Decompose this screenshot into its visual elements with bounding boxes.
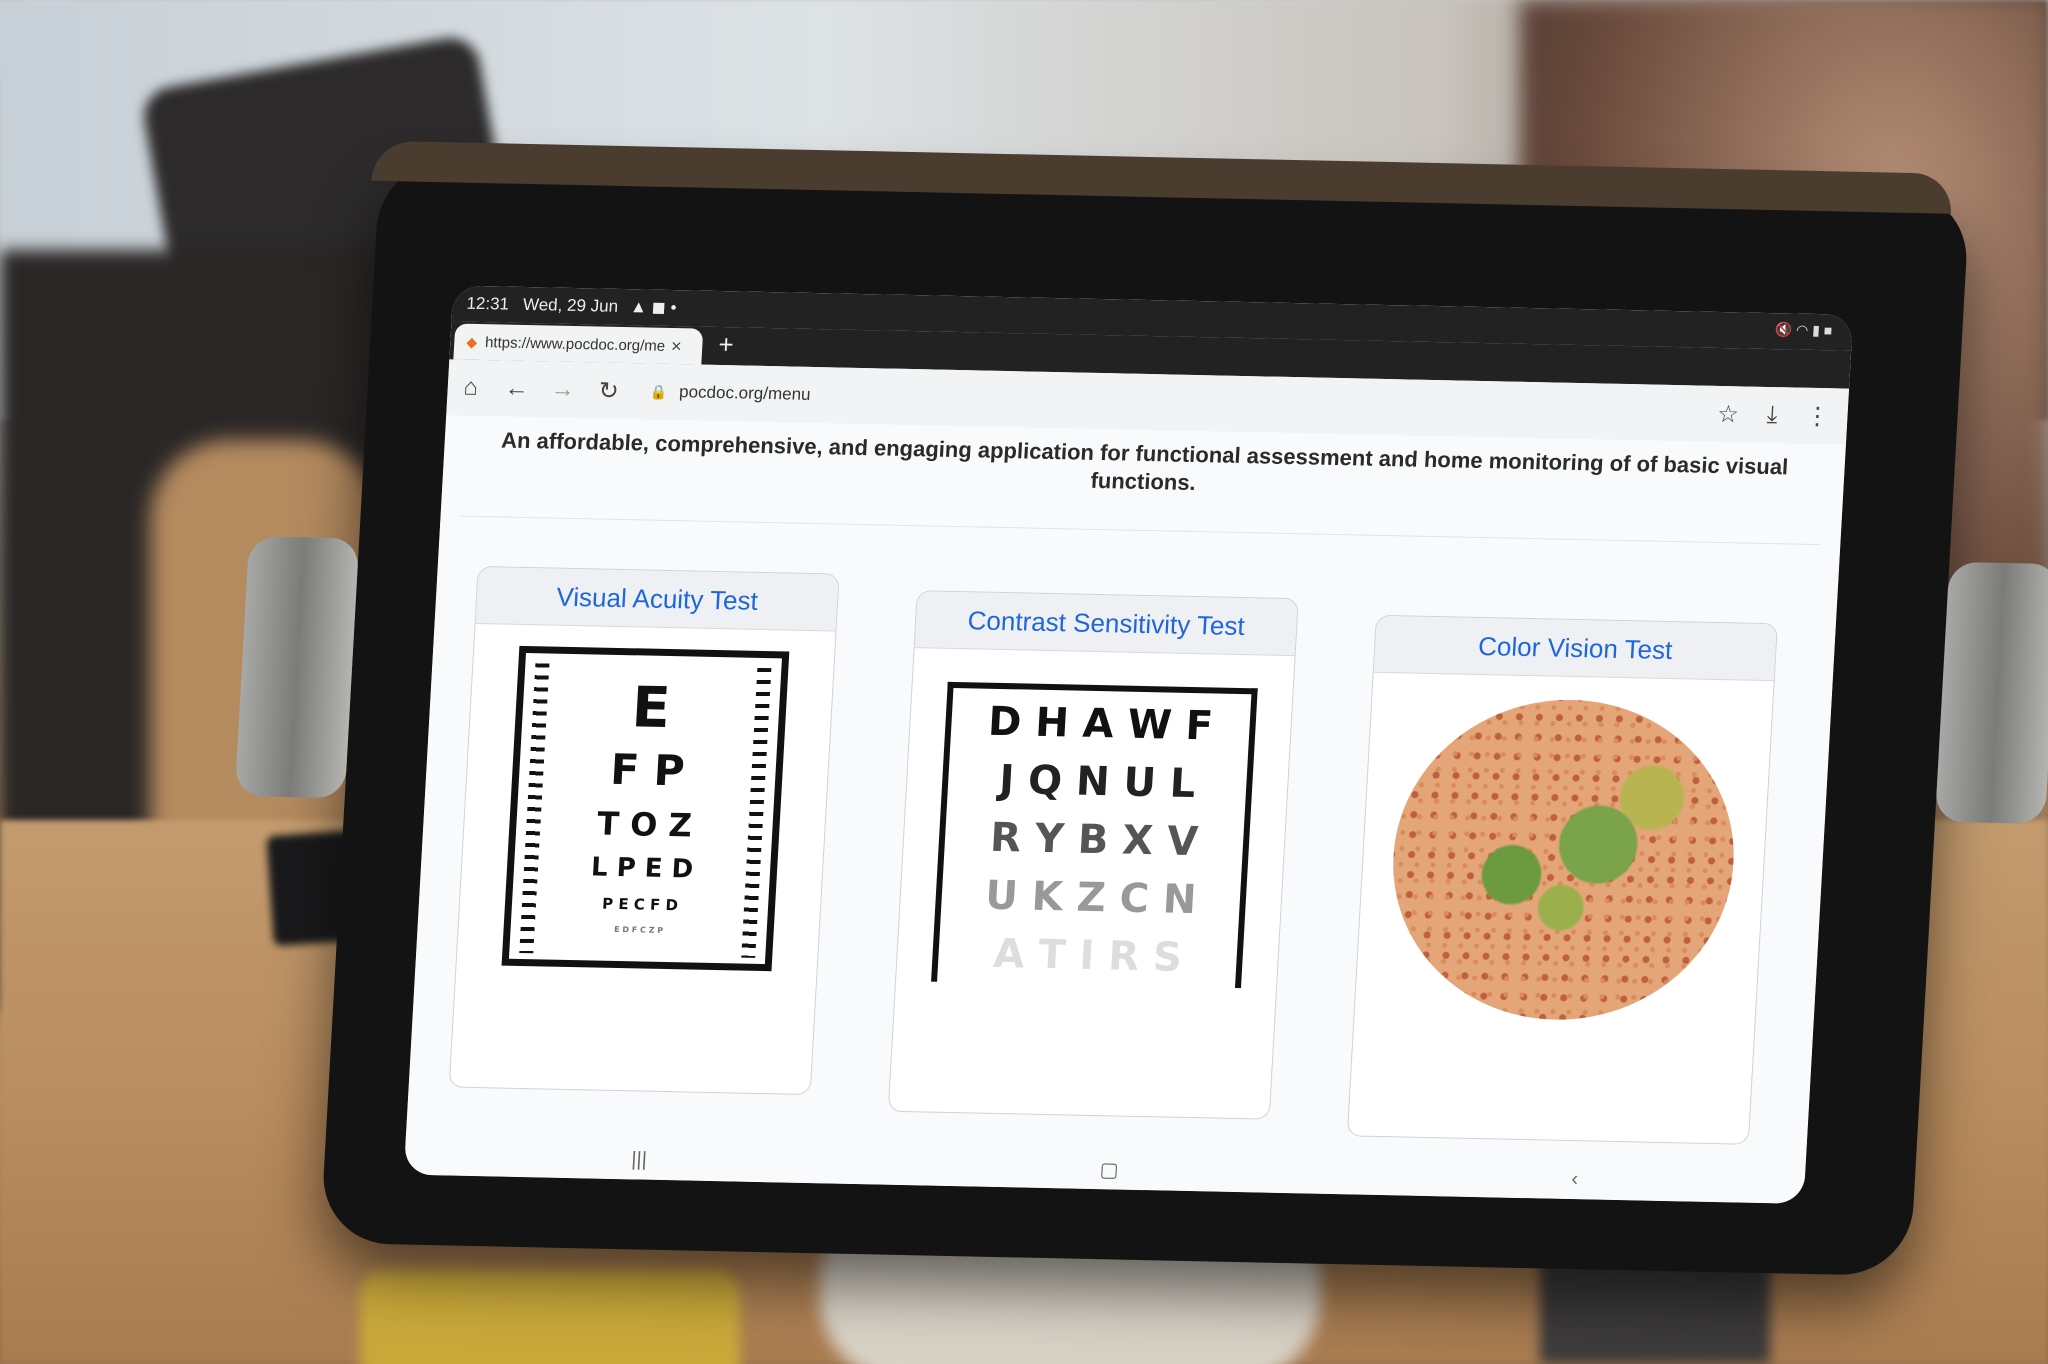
status-time: 12:31 bbox=[465, 293, 510, 314]
eye-chart-row: E bbox=[630, 675, 672, 742]
holder-bracket-right bbox=[1934, 561, 2048, 824]
eye-chart-image: E F P T O Z L P E D P E C F D E D F C Z … bbox=[501, 645, 790, 972]
tab-title: https://www.pocdoc.org/me bbox=[484, 333, 666, 355]
android-nav-bar: ||| ▢ ‹ bbox=[404, 1135, 1806, 1204]
close-tab-icon[interactable]: × bbox=[670, 336, 683, 357]
lock-icon: 🔒 bbox=[649, 383, 668, 400]
tablet-device: 12:31 Wed, 29 Jun ▲ ◼ • 🔇 ◠ ▮ ■ ◆ https:… bbox=[234, 140, 2048, 1277]
download-icon[interactable]: ⤓ bbox=[1766, 401, 1778, 430]
toolbar-actions: ☆ ⤓ ⋮ bbox=[1717, 400, 1831, 431]
reload-icon[interactable]: ↻ bbox=[585, 376, 633, 406]
card-title: Color Vision Test bbox=[1373, 615, 1777, 682]
browser-tab[interactable]: ◆ https://www.pocdoc.org/me × bbox=[453, 323, 704, 365]
back-nav-icon[interactable]: ‹ bbox=[1571, 1168, 1579, 1191]
eye-chart-row: F P bbox=[609, 744, 686, 796]
bookmark-star-icon[interactable]: ☆ bbox=[1717, 400, 1740, 429]
holder-bracket-left bbox=[234, 536, 360, 799]
contrast-chart-row: R Y B X V bbox=[988, 814, 1200, 866]
contrast-chart-row: U K Z C N bbox=[984, 872, 1198, 924]
forward-icon[interactable]: → bbox=[539, 375, 587, 404]
system-status-icons: 🔇 ◠ ▮ ■ bbox=[1774, 321, 1833, 339]
contrast-chart-image: D H A W F J Q N U L R Y B X V U K Z C N … bbox=[931, 681, 1258, 989]
color-vision-card[interactable]: Color Vision Test bbox=[1346, 614, 1778, 1145]
contrast-chart-row: D H A W F bbox=[986, 698, 1215, 750]
background-yellow-object bbox=[360, 1270, 740, 1364]
eye-chart-row: L P E D bbox=[590, 852, 694, 885]
back-icon[interactable]: ← bbox=[493, 374, 541, 403]
address-text: pocdoc.org/menu bbox=[678, 382, 812, 404]
home-icon[interactable]: ⌂ bbox=[447, 373, 495, 402]
eye-chart-row: P E C F D bbox=[601, 894, 679, 915]
contrast-chart-row: A T I R S bbox=[992, 930, 1184, 981]
ishihara-plate-image bbox=[1384, 696, 1743, 1024]
notification-icons: ▲ ◼ • bbox=[629, 297, 678, 318]
recent-apps-icon[interactable]: ||| bbox=[631, 1148, 648, 1171]
contrast-chart-row: J Q N U L bbox=[998, 756, 1197, 808]
card-title: Contrast Sensitivity Test bbox=[914, 591, 1298, 657]
contrast-sensitivity-card[interactable]: Contrast Sensitivity Test D H A W F J Q … bbox=[887, 590, 1299, 1120]
tablet-screen: 12:31 Wed, 29 Jun ▲ ◼ • 🔇 ◠ ▮ ■ ◆ https:… bbox=[403, 285, 1854, 1204]
address-bar[interactable]: 🔒 pocdoc.org/menu bbox=[649, 382, 811, 405]
new-tab-button[interactable]: + bbox=[718, 329, 735, 360]
divider bbox=[460, 515, 1821, 546]
eye-chart-row: E D F C Z P bbox=[613, 924, 664, 935]
card-title: Visual Acuity Test bbox=[475, 567, 839, 632]
favicon-icon: ◆ bbox=[465, 333, 478, 350]
intro-text: An affordable, comprehensive, and engagi… bbox=[500, 427, 1789, 495]
more-menu-icon[interactable]: ⋮ bbox=[1805, 402, 1831, 431]
web-page: An affordable, comprehensive, and engagi… bbox=[403, 415, 1846, 1204]
visual-acuity-card[interactable]: Visual Acuity Test E F P T O Z L P E D P… bbox=[448, 565, 840, 1096]
eye-chart-row: T O Z bbox=[596, 804, 693, 845]
status-date: Wed, 29 Jun bbox=[522, 294, 619, 316]
home-nav-icon[interactable]: ▢ bbox=[1099, 1157, 1119, 1182]
